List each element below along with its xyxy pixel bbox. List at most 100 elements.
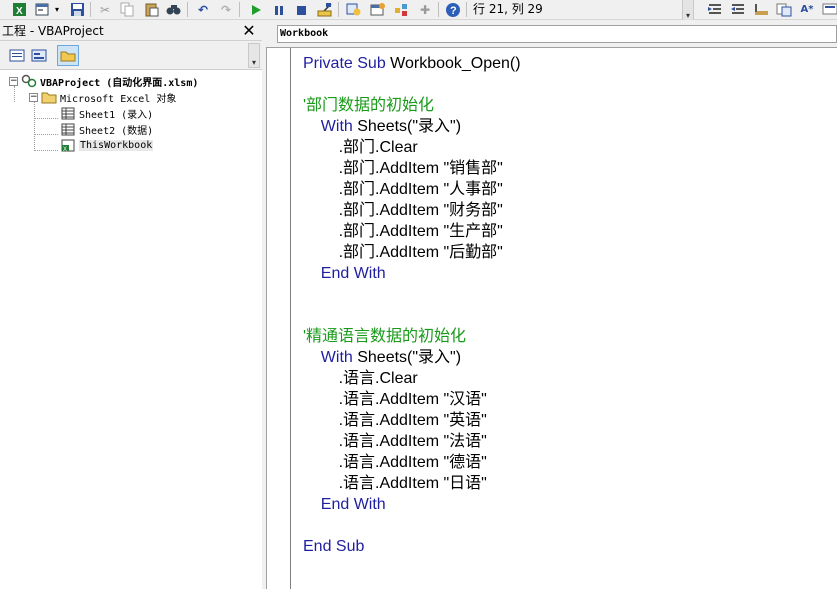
break-icon[interactable]: [270, 1, 288, 18]
code-text: .语言.AddItem "英语": [303, 412, 487, 429]
worksheet-icon: [60, 107, 76, 120]
properties-icon[interactable]: [369, 1, 387, 18]
project-explorer-panel: 工程 - VBAProject ✕ ▾ − VBAProject (自动化界面.…: [0, 20, 262, 589]
help-icon[interactable]: ?: [444, 1, 462, 18]
code-line[interactable]: .语言.AddItem "日语": [303, 473, 521, 494]
outdent-icon[interactable]: [729, 1, 747, 18]
code-line[interactable]: [303, 74, 521, 95]
code-keyword: Private Sub: [303, 55, 391, 72]
quick-info-icon[interactable]: A*: [798, 1, 816, 18]
cursor-position-indicator: 行 21, 列 29: [473, 2, 543, 16]
close-icon[interactable]: ✕: [240, 22, 258, 39]
code-keyword: End With: [303, 265, 386, 282]
worksheet-icon: [60, 123, 76, 136]
design-mode-icon[interactable]: [316, 1, 334, 18]
code-line[interactable]: End With: [303, 263, 521, 284]
code-text: .部门.AddItem "销售部": [303, 160, 503, 177]
code-lines: Private Sub Workbook_Open() '部门数据的初始化 Wit…: [303, 53, 521, 557]
code-comment: '精通语言数据的初始化: [303, 328, 467, 345]
collapse-icon[interactable]: −: [9, 76, 18, 86]
code-line[interactable]: .语言.Clear: [303, 368, 521, 389]
code-line[interactable]: '精通语言数据的初始化: [303, 326, 521, 347]
code-line[interactable]: .部门.Clear: [303, 137, 521, 158]
folder-icon: [41, 91, 57, 104]
cut-icon[interactable]: ✂: [96, 1, 114, 18]
code-line[interactable]: With Sheets("录入"): [303, 347, 521, 368]
code-text: .部门.Clear: [303, 139, 418, 156]
excel-icon[interactable]: X: [10, 1, 28, 18]
code-line[interactable]: '部门数据的初始化: [303, 95, 521, 116]
tree-label-vbaproject: VBAProject (自动化界面.xlsm): [40, 77, 199, 89]
code-line[interactable]: End With: [303, 494, 521, 515]
collapse-icon[interactable]: −: [29, 92, 38, 102]
tree-node-excel-objects[interactable]: − Microsoft Excel 对象: [29, 89, 176, 105]
code-line[interactable]: .部门.AddItem "人事部": [303, 179, 521, 200]
reset-icon[interactable]: [292, 1, 310, 18]
code-text: .部门.AddItem "生产部": [303, 223, 503, 240]
code-keyword: With: [303, 349, 358, 366]
project-explorer-title: 工程 - VBAProject: [2, 24, 104, 38]
tree-node-vbaproject[interactable]: − VBAProject (自动化界面.xlsm): [9, 73, 198, 89]
toolbar-overflow-icon[interactable]: ▾: [248, 43, 260, 68]
code-line[interactable]: .部门.AddItem "后勤部": [303, 242, 521, 263]
undo-icon[interactable]: ↶: [194, 1, 212, 18]
code-comment: '部门数据的初始化: [303, 97, 435, 114]
svg-text:X: X: [16, 6, 23, 17]
find-icon[interactable]: [165, 1, 183, 18]
code-editor[interactable]: Private Sub Workbook_Open() '部门数据的初始化 Wit…: [266, 47, 837, 589]
paste-icon[interactable]: [142, 1, 160, 18]
project-explorer-toolbar: ▾: [0, 41, 262, 70]
code-line[interactable]: .语言.AddItem "汉语": [303, 389, 521, 410]
code-line[interactable]: With Sheets("录入"): [303, 116, 521, 137]
code-keyword: End Sub: [303, 538, 365, 555]
insert-userform-icon[interactable]: [33, 1, 51, 18]
code-line[interactable]: .语言.AddItem "德语": [303, 452, 521, 473]
save-icon[interactable]: [68, 1, 86, 18]
tree-label-sheet1: Sheet1 (录入): [79, 109, 154, 121]
code-line[interactable]: .部门.AddItem "销售部": [303, 158, 521, 179]
tree-node-thisworkbook[interactable]: X ThisWorkbook: [60, 137, 154, 153]
code-text: .部门.AddItem "后勤部": [303, 244, 503, 261]
tree-label-thisworkbook: ThisWorkbook: [79, 139, 154, 151]
code-line[interactable]: [303, 305, 521, 326]
code-line[interactable]: [303, 515, 521, 536]
code-text: Sheets("录入"): [357, 118, 462, 135]
project-explorer-icon[interactable]: [345, 1, 363, 18]
code-text: .语言.Clear: [303, 370, 418, 387]
object-browser-icon[interactable]: [393, 1, 411, 18]
project-tree: − VBAProject (自动化界面.xlsm) − Microsoft Ex…: [0, 70, 262, 589]
code-text: .部门.AddItem "人事部": [303, 181, 503, 198]
view-code-icon[interactable]: [7, 46, 27, 65]
code-line[interactable]: .部门.AddItem "生产部": [303, 221, 521, 242]
code-line[interactable]: .语言.AddItem "法语": [303, 431, 521, 452]
indent-icon[interactable]: [706, 1, 724, 18]
code-line[interactable]: End Sub: [303, 536, 521, 557]
tree-label-excel-objects: Microsoft Excel 对象: [60, 93, 177, 105]
toolbox-icon[interactable]: ✚: [416, 1, 434, 18]
complete-word-icon[interactable]: [821, 1, 837, 18]
code-text: .语言.AddItem "德语": [303, 454, 487, 471]
code-text: .语言.AddItem "法语": [303, 433, 487, 450]
code-keyword: With: [303, 118, 358, 135]
comment-block-icon[interactable]: [775, 1, 793, 18]
margin-indicator-bar[interactable]: [267, 48, 291, 589]
code-line[interactable]: .语言.AddItem "英语": [303, 410, 521, 431]
tree-node-sheet2[interactable]: Sheet2 (数据): [60, 121, 153, 137]
dropdown-arrow-icon[interactable]: ▾: [52, 1, 62, 18]
code-text: Sheets("录入"): [357, 349, 462, 366]
code-keyword: End With: [303, 496, 386, 513]
view-object-icon[interactable]: [29, 46, 49, 65]
project-explorer-titlebar: 工程 - VBAProject ✕: [0, 20, 262, 41]
redo-icon[interactable]: ↷: [217, 1, 235, 18]
code-text: Workbook_Open(): [390, 55, 521, 72]
code-line[interactable]: [303, 284, 521, 305]
object-selector-dropdown[interactable]: Workbook: [277, 25, 837, 43]
code-line[interactable]: Private Sub Workbook_Open(): [303, 53, 521, 74]
toggle-folders-icon[interactable]: [57, 45, 79, 66]
toggle-breakpoint-icon[interactable]: [752, 1, 770, 18]
run-icon[interactable]: [247, 1, 265, 18]
code-line[interactable]: .部门.AddItem "财务部": [303, 200, 521, 221]
tree-node-sheet1[interactable]: Sheet1 (录入): [60, 105, 153, 121]
toolbar-overflow-icon[interactable]: ▾: [682, 0, 694, 20]
copy-icon[interactable]: [118, 1, 136, 18]
